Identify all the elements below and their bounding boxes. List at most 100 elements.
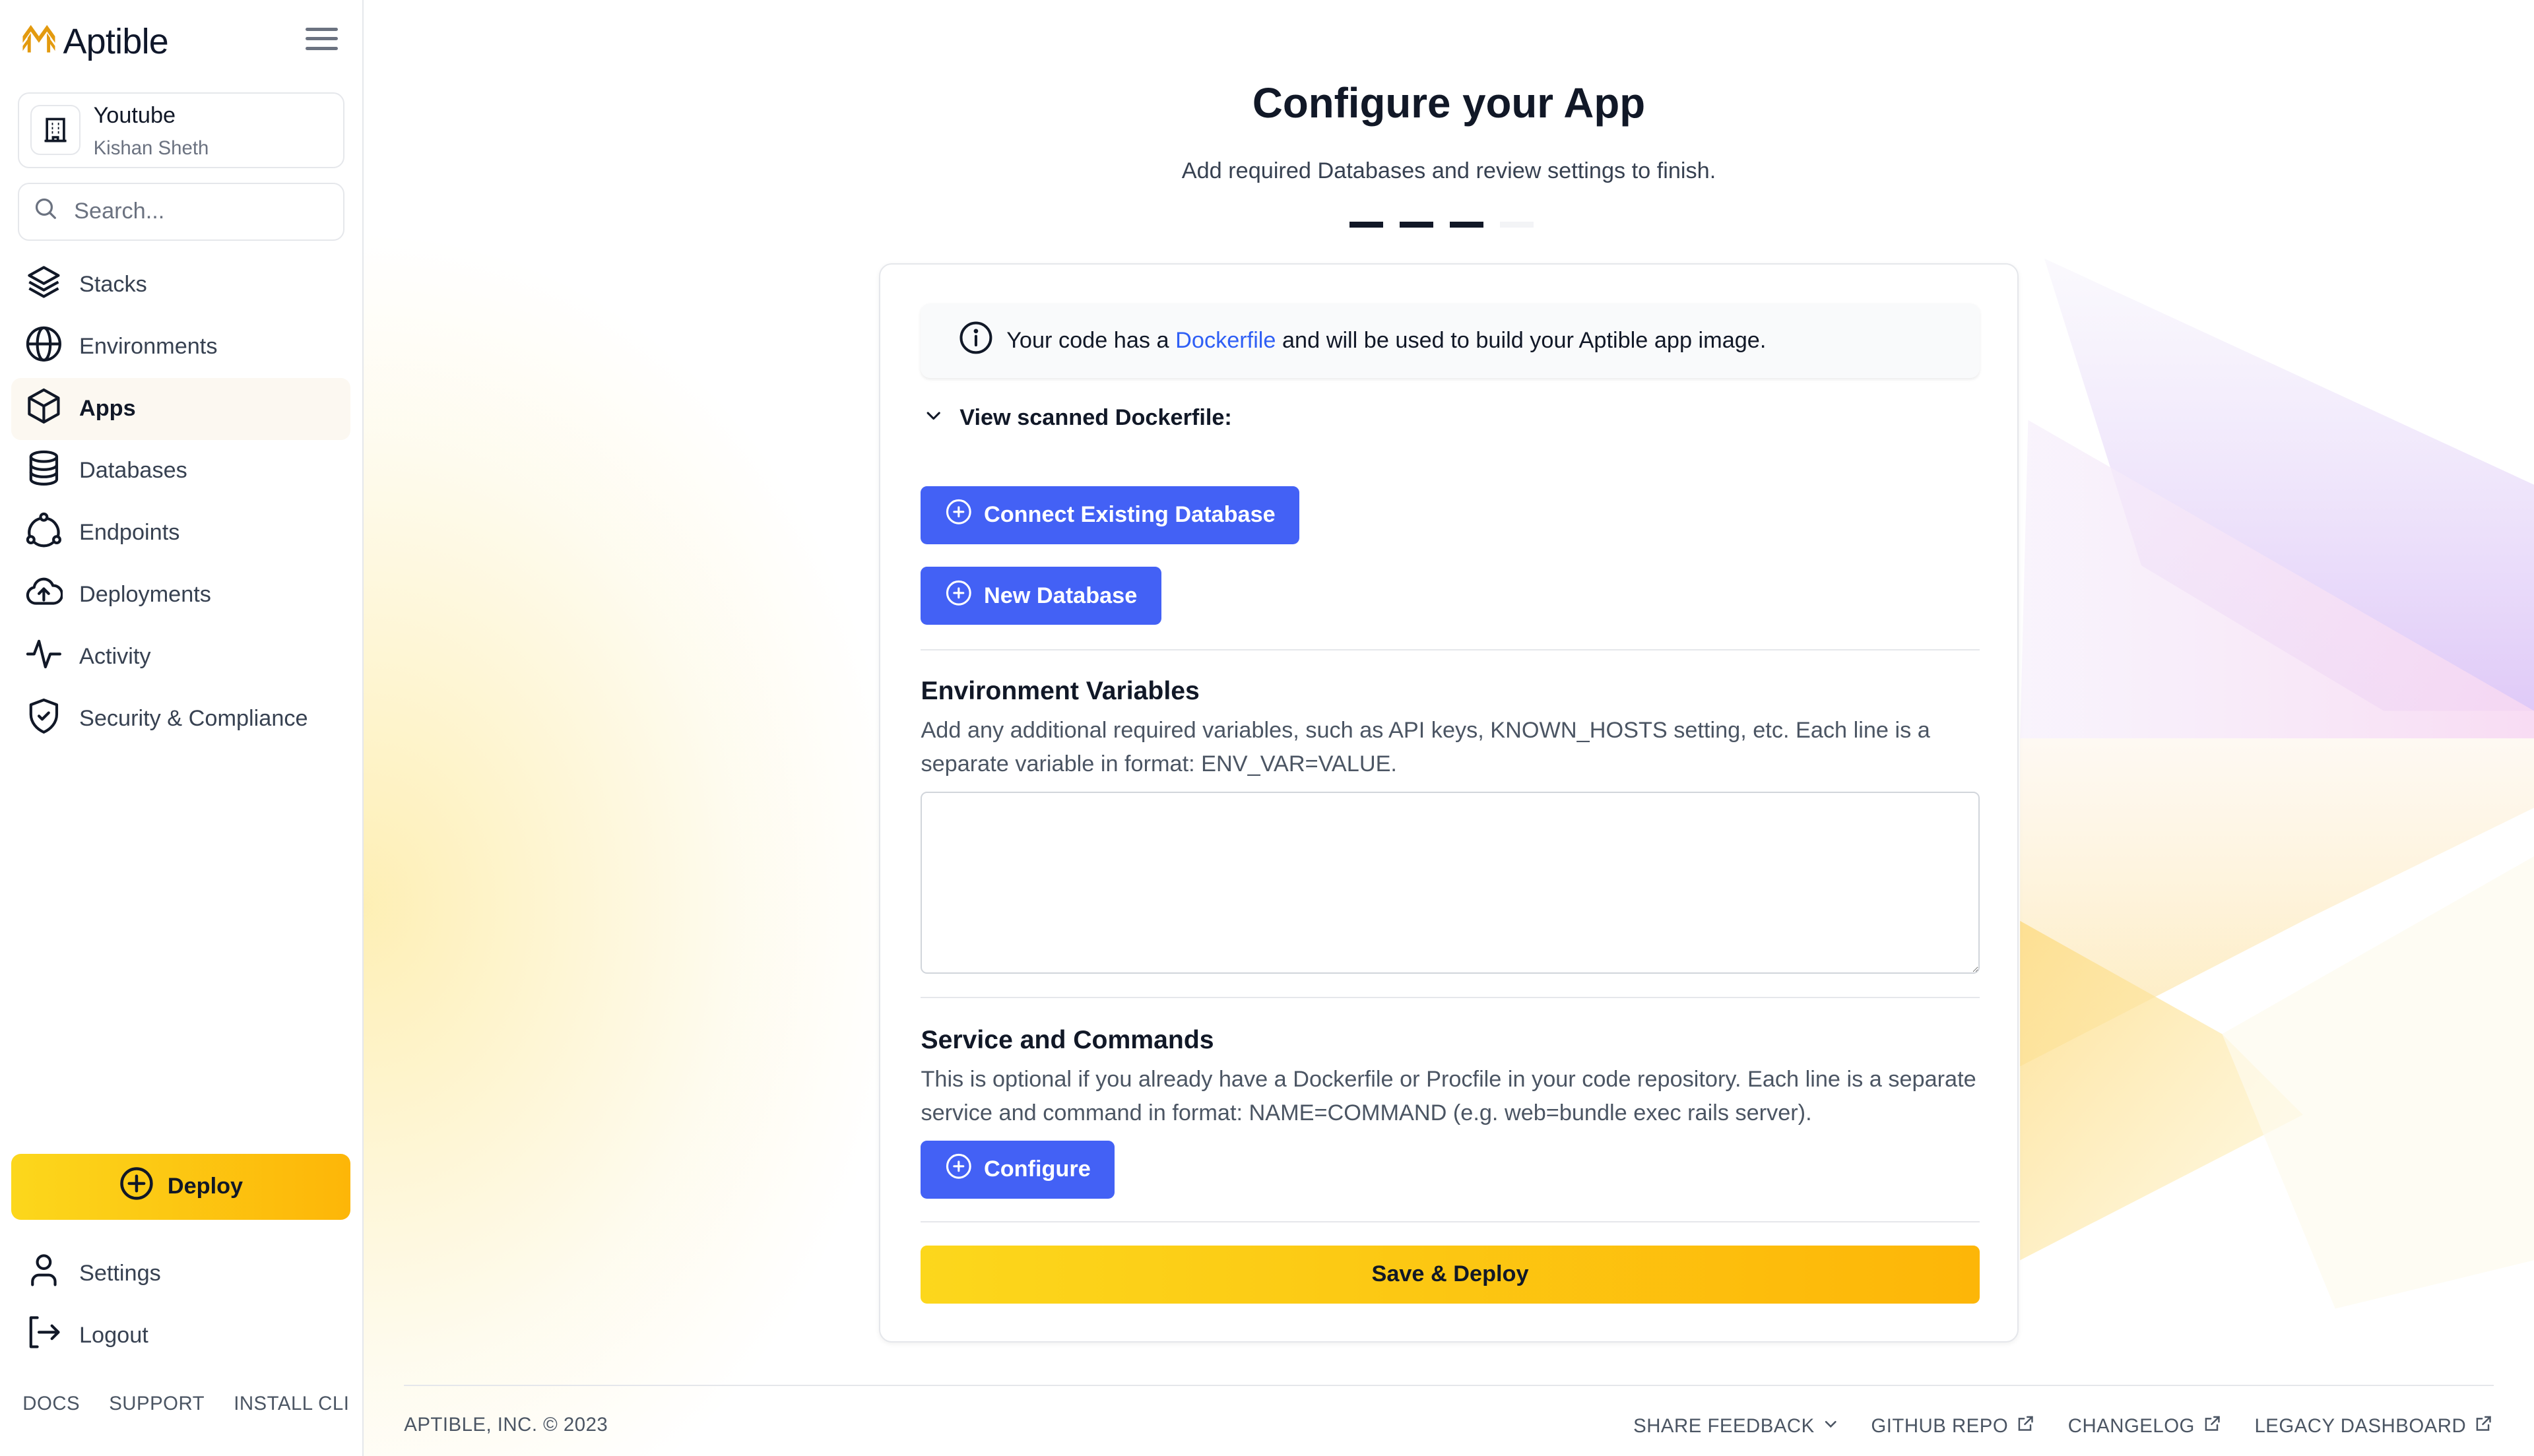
deploy-button[interactable]: Deploy [11,1153,351,1220]
share-feedback-link[interactable]: SHARE FEEDBACK [1633,1414,1838,1438]
info-text: Your code has a Dockerfile and will be u… [1006,328,1766,354]
docs-link[interactable]: DOCS [22,1393,80,1415]
search-input[interactable] [71,197,320,226]
globe-icon [24,325,63,369]
env-vars-description: Add any additional required variables, s… [921,717,1930,777]
info-text-suffix: and will be used to build your Aptible a… [1276,327,1767,353]
sidebar-item-label: Logout [79,1322,148,1348]
dockerfile-info-banner: Your code has a Dockerfile and will be u… [921,303,1980,378]
divider [921,996,1980,998]
sidebar-item-label: Environments [79,334,218,360]
hamburger-menu-icon[interactable] [305,27,338,53]
save-and-deploy-button[interactable]: Save & Deploy [921,1245,1980,1304]
external-link-icon [2203,1414,2222,1438]
sidebar-item-label: Databases [79,458,187,484]
env-vars-textarea[interactable] [921,791,1980,974]
sidebar-item-label: Security & Compliance [79,706,308,732]
external-link-icon [2016,1414,2035,1438]
org-switcher[interactable]: Youtube Kishan Sheth [17,92,344,168]
configure-card: Your code has a Dockerfile and will be u… [879,263,2019,1343]
sidebar: Aptible Youtube Kishan Sheth Search... S… [0,0,364,1456]
view-dockerfile-label: View scanned Dockerfile: [959,405,1232,431]
progress-step [1499,221,1534,228]
chevron-down-icon [1823,1415,1838,1438]
divider [921,1220,1980,1223]
layers-icon [24,263,63,307]
sidebar-item-settings[interactable]: Settings [11,1242,350,1304]
services-description: This is optional if you already have a D… [921,1066,1976,1126]
user-icon [24,1251,63,1296]
configure-services-button[interactable]: Configure [921,1140,1115,1199]
brand-name: Aptible [63,21,169,61]
info-icon [958,320,994,362]
aptible-logo-icon [21,22,57,61]
services-title: Service and Commands [921,1025,1214,1054]
sidebar-item-stacks[interactable]: Stacks [11,253,350,315]
sidebar-item-deployments[interactable]: Deployments [11,564,350,626]
sidebar-item-label: Deployments [79,582,211,608]
deploy-label: Deploy [167,1174,244,1199]
main-content: Configure your App Add required Database… [364,0,2534,1456]
connect-existing-database-button[interactable]: Connect Existing Database [921,486,1300,544]
plus-circle-icon [945,1153,973,1186]
sidebar-item-databases[interactable]: Databases [11,440,350,502]
view-dockerfile-toggle[interactable]: View scanned Dockerfile: [924,405,1232,431]
sidebar-nav: Stacks Environments Apps Databases Endpo… [11,253,351,750]
logout-icon [24,1313,63,1358]
sidebar-item-security-compliance[interactable]: Security & Compliance [11,688,350,750]
progress-step [1349,221,1384,228]
sidebar-item-activity[interactable]: Activity [11,626,350,688]
sidebar-item-label: Apps [79,396,136,422]
footer-links: SHARE FEEDBACK GITHUB REPO CHANGELOG LEG… [1633,1414,2494,1438]
install-cli-link[interactable]: INSTALL CLI [234,1393,349,1415]
support-link[interactable]: SUPPORT [109,1393,205,1415]
sidebar-item-environments[interactable]: Environments [11,316,350,378]
changelog-link[interactable]: CHANGELOG [2068,1414,2223,1438]
connect-existing-database-label: Connect Existing Database [983,502,1276,528]
sidebar-item-logout[interactable]: Logout [11,1304,350,1366]
sidebar-item-endpoints[interactable]: Endpoints [11,502,350,564]
footer-link-label: SHARE FEEDBACK [1633,1414,1815,1437]
sidebar-item-label: Endpoints [79,520,180,546]
search-box[interactable] [17,182,344,241]
brand[interactable]: Aptible [21,21,169,62]
shield-check-icon [24,697,63,742]
footer-divider [404,1384,2494,1387]
new-database-button[interactable]: New Database [921,567,1162,625]
sidebar-item-label: Settings [79,1260,161,1286]
cloud-upload-icon [24,573,63,617]
github-repo-link[interactable]: GITHUB REPO [1871,1414,2035,1438]
activity-icon [24,635,63,680]
database-icon [24,449,63,493]
footer-link-label: GITHUB REPO [1871,1414,2009,1437]
plus-circle-icon [945,579,973,613]
footer-link-label: LEGACY DASHBOARD [2254,1414,2467,1437]
page-subtitle: Add required Databases and review settin… [1181,158,1716,183]
org-name: Youtube [93,103,176,129]
chevron-down-icon [924,405,943,431]
divider [921,649,1980,651]
page-title: Configure your App [1252,80,1646,127]
sidebar-item-label: Activity [79,644,151,670]
search-icon [32,195,58,228]
building-icon [30,104,81,155]
info-text-prefix: Your code has a [1006,327,1176,353]
new-database-label: New Database [983,583,1138,608]
org-user-name: Kishan Sheth [93,137,209,159]
sidebar-item-apps[interactable]: Apps [11,377,351,440]
footer-link-label: CHANGELOG [2067,1414,2195,1437]
plus-circle-icon [945,498,973,532]
sidebar-item-label: Stacks [79,272,147,297]
external-link-icon [2474,1414,2493,1438]
copyright: APTIBLE, INC. © 2023 [404,1413,608,1436]
plus-circle-icon [119,1166,154,1207]
dockerfile-link[interactable]: Dockerfile [1175,328,1276,353]
sidebar-bottom-nav: Settings Logout [11,1242,350,1366]
configure-label: Configure [983,1156,1091,1182]
legacy-dashboard-link[interactable]: LEGACY DASHBOARD [2254,1414,2493,1438]
endpoints-icon [24,511,63,555]
progress-step [1399,221,1434,228]
progress-step [1449,221,1484,228]
env-vars-title: Environment Variables [921,676,1200,705]
cube-icon [24,387,63,431]
